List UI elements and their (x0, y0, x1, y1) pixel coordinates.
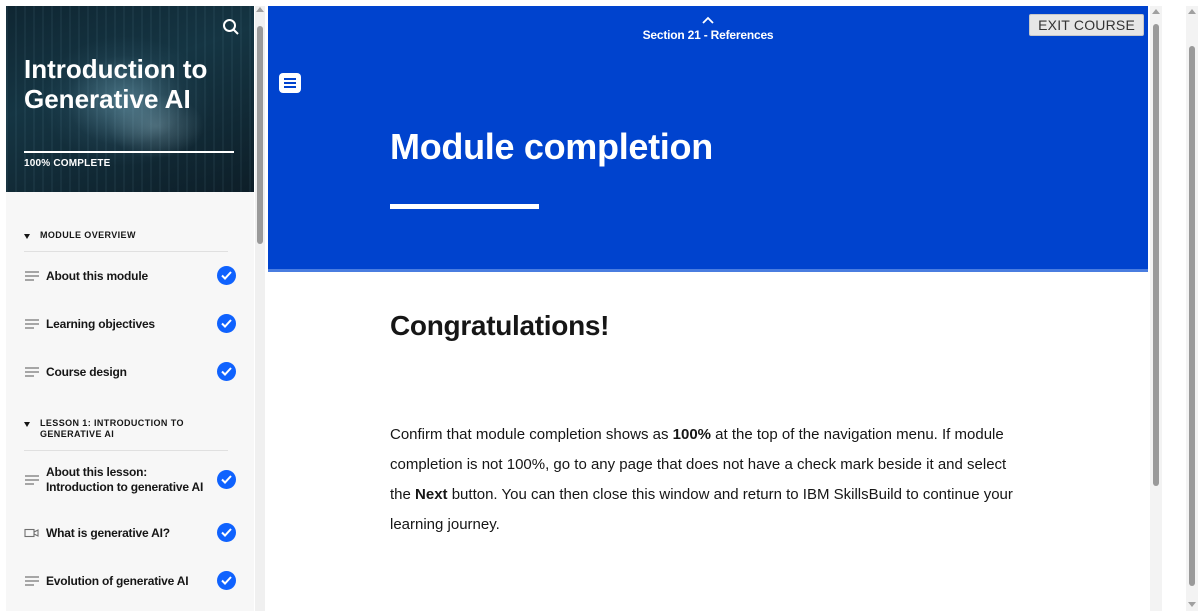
page-title: Module completion (390, 126, 713, 167)
bold-percentage: 100% (672, 426, 712, 443)
video-icon (24, 528, 39, 538)
check-icon (217, 470, 236, 489)
check-icon (217, 523, 236, 542)
course-hero: Introduction to Generative AI 100% COMPL… (6, 6, 254, 192)
nav-item-label: What is generative AI? (46, 525, 170, 540)
paragraph-text: button. You can then close this window a… (390, 486, 1013, 533)
lesson-content: Congratulations! Confirm that module com… (390, 310, 1050, 533)
nav-item-label: About this module (46, 268, 148, 283)
scroll-up-arrow-icon[interactable] (256, 7, 264, 12)
nav-item-label: Learning objectives (46, 316, 155, 331)
text-lines-icon (25, 271, 39, 281)
nav-item-label: Course design (46, 364, 127, 379)
nav-item-evolution-of-generative-ai[interactable]: Evolution of generative AI (24, 557, 236, 605)
scroll-down-arrow-icon[interactable] (1188, 602, 1196, 607)
check-icon (217, 571, 236, 590)
scroll-up-arrow-icon[interactable] (1152, 9, 1160, 14)
sidebar-scrollbar[interactable] (255, 6, 265, 611)
paragraph-text: Confirm that module completion shows as (390, 426, 673, 443)
course-title: Introduction to Generative AI (24, 54, 208, 114)
section-title: LESSON 1: INTRODUCTION TO GENERATIVE AI (40, 418, 184, 439)
hamburger-menu-icon[interactable] (278, 72, 302, 94)
section-header-module-overview[interactable]: MODULE OVERVIEW (24, 192, 228, 252)
title-underline (390, 204, 539, 209)
window-scrollbar-thumb[interactable] (1189, 46, 1195, 586)
check-icon (217, 314, 236, 333)
chevron-up-icon (702, 16, 714, 24)
window-scrollbar[interactable] (1186, 6, 1198, 611)
check-icon (217, 362, 236, 381)
nav-item-learning-objectives[interactable]: Learning objectives (24, 300, 236, 348)
lesson-banner: Section 21 - References EXIT COURSE Modu… (268, 6, 1148, 272)
nav-item-what-is-generative-ai[interactable]: What is generative AI? (24, 509, 236, 557)
progress-bar (24, 151, 234, 153)
content-scrollbar[interactable] (1150, 6, 1162, 611)
bold-next-label: Next (415, 486, 448, 503)
course-navigation: MODULE OVERVIEW About this module Learni… (6, 192, 254, 605)
content-scrollbar-thumb[interactable] (1153, 24, 1159, 486)
nav-item-label: About this lesson: Introduction to gener… (46, 465, 204, 494)
section-title: Section 21 - References (642, 28, 774, 42)
text-lines-icon (25, 475, 39, 485)
content-paragraph: Confirm that module completion shows as … (390, 420, 1030, 540)
previous-section-link[interactable]: Section 21 - References (268, 16, 1148, 44)
course-sidebar: Introduction to Generative AI 100% COMPL… (6, 6, 254, 611)
section-header-lesson-1[interactable]: LESSON 1: INTRODUCTION TO GENERATIVE AI (24, 396, 228, 451)
text-lines-icon (25, 319, 39, 329)
caret-down-icon (24, 234, 30, 239)
text-lines-icon (25, 367, 39, 377)
exit-course-button[interactable]: EXIT COURSE (1029, 14, 1144, 36)
check-icon (217, 266, 236, 285)
nav-item-about-this-lesson[interactable]: About this lesson: Introduction to gener… (24, 451, 236, 509)
sidebar-scrollbar-thumb[interactable] (257, 26, 263, 244)
caret-down-icon (24, 422, 30, 427)
nav-item-course-design[interactable]: Course design (24, 348, 236, 396)
content-heading: Congratulations! (390, 310, 610, 341)
progress-label: 100% COMPLETE (24, 158, 111, 169)
section-title: MODULE OVERVIEW (40, 230, 136, 240)
nav-item-about-this-module[interactable]: About this module (24, 252, 236, 300)
scroll-up-arrow-icon[interactable] (1188, 9, 1196, 14)
text-lines-icon (25, 576, 39, 586)
nav-item-label: Evolution of generative AI (46, 573, 189, 588)
search-icon[interactable] (222, 18, 240, 36)
